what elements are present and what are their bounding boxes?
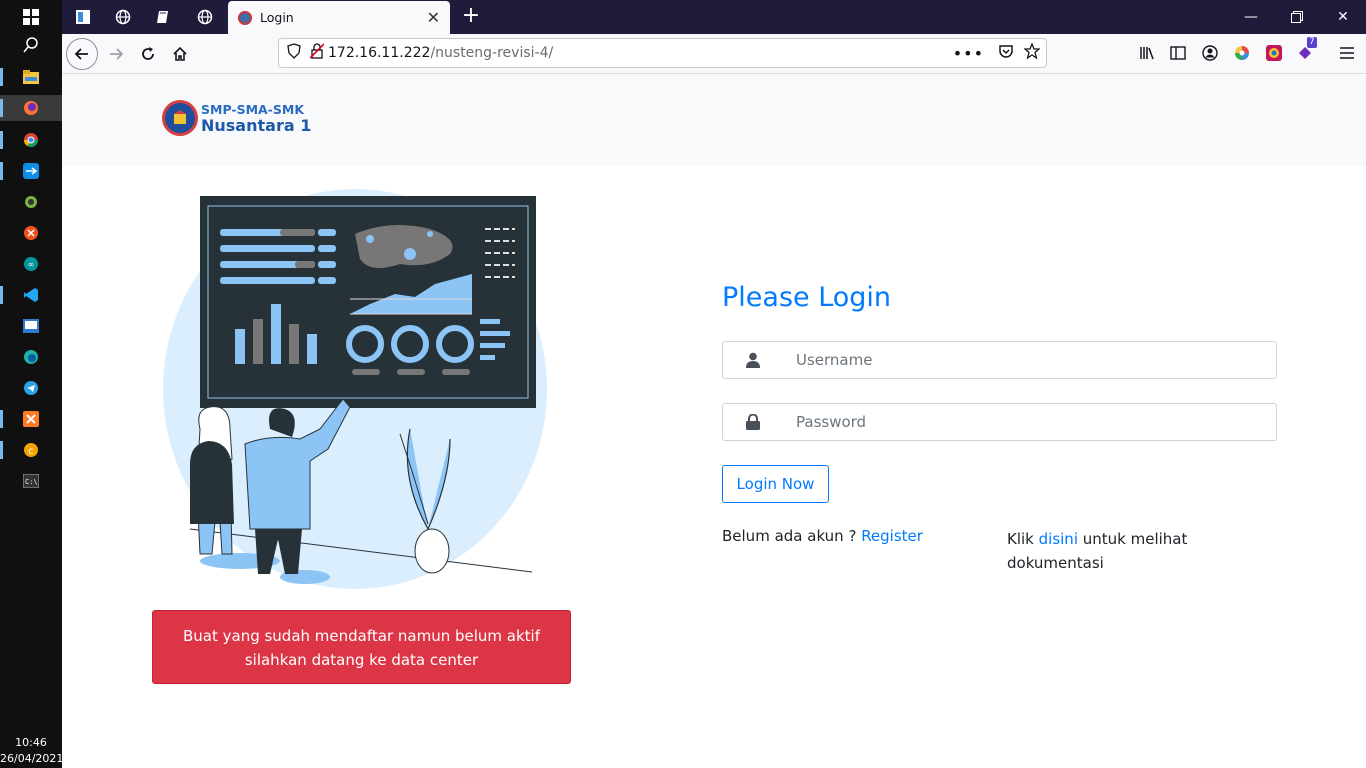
chrome-icon[interactable] bbox=[0, 127, 47, 153]
clock-time: 10:46 bbox=[15, 736, 47, 749]
page-content: SMP-SMA-SMK Nusantara 1 Buat yang sudah … bbox=[62, 74, 1366, 768]
password-field[interactable] bbox=[722, 403, 1277, 441]
vscode-icon[interactable] bbox=[0, 282, 47, 308]
search-icon[interactable] bbox=[15, 32, 47, 58]
telegram-icon[interactable] bbox=[15, 375, 47, 401]
site-header: SMP-SMA-SMK Nusantara 1 bbox=[62, 74, 1366, 166]
pocket-icon[interactable] bbox=[998, 43, 1014, 63]
register-link[interactable]: Register bbox=[861, 527, 923, 545]
username-input[interactable] bbox=[796, 351, 1266, 369]
tab-title: Login bbox=[260, 10, 294, 25]
command-prompt-icon[interactable]: C:\ bbox=[15, 468, 47, 494]
documentation-prompt: Klik disini untuk melihat dokumentasi bbox=[1007, 527, 1217, 575]
xampp-icon[interactable] bbox=[0, 406, 47, 432]
firefox-taskbar-icon[interactable] bbox=[0, 95, 62, 121]
close-window-icon[interactable]: ✕ bbox=[1320, 0, 1366, 34]
app-icon[interactable] bbox=[15, 220, 47, 246]
svg-text:c: c bbox=[28, 446, 34, 457]
new-tab-button[interactable]: + bbox=[458, 4, 484, 30]
svg-text:C:\: C:\ bbox=[25, 478, 38, 486]
pinned-tab-globe[interactable] bbox=[106, 4, 140, 30]
url-path: /nusteng-revisi-4/ bbox=[430, 45, 554, 61]
browser-nav-bar: 172.16.11.222/nusteng-revisi-4/ ••• 7 bbox=[62, 34, 1366, 74]
edge-icon[interactable] bbox=[15, 344, 47, 370]
restore-icon[interactable] bbox=[1274, 0, 1320, 34]
app-icon[interactable] bbox=[15, 189, 47, 215]
dashboard-illustration bbox=[163, 189, 547, 589]
clock-date: 26/04/2021 bbox=[0, 752, 64, 765]
login-button[interactable]: Login Now bbox=[722, 465, 829, 503]
docs-link[interactable]: disini bbox=[1039, 530, 1078, 548]
system-clock[interactable]: 10:46 26/04/2021 bbox=[0, 735, 64, 768]
reload-button[interactable] bbox=[132, 38, 164, 70]
home-button[interactable] bbox=[164, 38, 196, 70]
user-icon bbox=[723, 352, 783, 368]
url-host: 172.16.11.222 bbox=[328, 45, 431, 61]
windows-taskbar: ∞ c C:\ 10:46 26/04/2021 bbox=[0, 0, 64, 768]
site-favicon bbox=[238, 10, 252, 25]
insecure-lock-icon[interactable] bbox=[309, 43, 325, 63]
docs-prefix: Klik bbox=[1007, 530, 1039, 548]
registration-alert: Buat yang sudah mendaftar namun belum ak… bbox=[152, 610, 571, 684]
account-icon[interactable] bbox=[1199, 42, 1221, 64]
browser-tab-strip: Login ✕ + — ✕ bbox=[62, 0, 1366, 34]
logo-text: SMP-SMA-SMK Nusantara 1 bbox=[201, 102, 311, 134]
minimize-icon[interactable]: — bbox=[1228, 0, 1274, 34]
app-icon[interactable]: c bbox=[0, 437, 47, 463]
sidebar-icon[interactable] bbox=[1167, 42, 1189, 64]
extension-badge-icon[interactable]: 7 bbox=[1295, 37, 1317, 64]
logo-line2: Nusantara 1 bbox=[201, 116, 312, 135]
arduino-icon[interactable]: ∞ bbox=[15, 251, 47, 277]
bookmark-star-icon[interactable] bbox=[1023, 42, 1041, 63]
file-explorer-icon[interactable] bbox=[0, 64, 47, 90]
shield-icon[interactable] bbox=[287, 43, 301, 63]
password-input[interactable] bbox=[796, 413, 1266, 431]
url-bar[interactable]: 172.16.11.222/nusteng-revisi-4/ ••• bbox=[278, 38, 1047, 68]
page-actions-icon[interactable]: ••• bbox=[953, 44, 984, 63]
pinned-tab[interactable] bbox=[66, 4, 100, 30]
school-emblem-icon bbox=[162, 100, 198, 136]
register-prefix: Belum ada akun ? bbox=[722, 527, 862, 545]
pinned-tab-globe[interactable] bbox=[188, 4, 222, 30]
app-icon[interactable] bbox=[15, 313, 47, 339]
back-button[interactable] bbox=[66, 38, 98, 70]
library-icon[interactable] bbox=[1136, 42, 1158, 64]
lock-icon bbox=[723, 414, 783, 430]
username-field[interactable] bbox=[722, 341, 1277, 379]
svg-text:∞: ∞ bbox=[28, 260, 35, 269]
forward-button[interactable] bbox=[100, 38, 132, 70]
login-title: Please Login bbox=[722, 282, 892, 313]
color-extension-icon[interactable] bbox=[1231, 42, 1253, 64]
tab-login[interactable]: Login ✕ bbox=[228, 1, 450, 34]
pinned-tab-notebook[interactable] bbox=[146, 4, 180, 30]
close-tab-icon[interactable]: ✕ bbox=[427, 8, 440, 27]
extension-badge: 7 bbox=[1307, 37, 1317, 48]
menu-icon[interactable] bbox=[1336, 42, 1358, 64]
register-prompt: Belum ada akun ? Register bbox=[722, 527, 923, 545]
chrome-extension-icon[interactable] bbox=[1263, 42, 1285, 64]
school-logo[interactable]: SMP-SMA-SMK Nusantara 1 bbox=[162, 100, 311, 136]
windows-start-icon[interactable] bbox=[15, 4, 47, 30]
teamviewer-icon[interactable] bbox=[0, 158, 47, 184]
